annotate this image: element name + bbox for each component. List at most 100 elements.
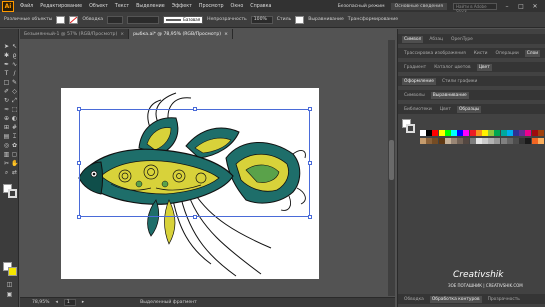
- default-stroke-box[interactable]: [8, 267, 17, 276]
- swatch[interactable]: [432, 130, 439, 136]
- paintbrush-icon[interactable]: ✎: [11, 79, 18, 86]
- swatch[interactable]: [457, 138, 464, 144]
- swatch[interactable]: [469, 130, 476, 136]
- artboard-number-field[interactable]: 1: [63, 299, 76, 306]
- style-swatch[interactable]: [295, 15, 305, 24]
- tab-symbols[interactable]: Символы: [402, 92, 427, 99]
- zoom-tool-icon[interactable]: ⌕: [3, 169, 10, 176]
- menu-file[interactable]: Файл: [20, 4, 33, 9]
- swatch[interactable]: [531, 130, 538, 136]
- swatch[interactable]: [451, 138, 457, 144]
- tab-graphic-styles[interactable]: Стили графики: [440, 78, 479, 85]
- close-icon[interactable]: ✕: [531, 3, 539, 10]
- maximize-icon[interactable]: □: [517, 3, 525, 10]
- handle-bottom-right[interactable]: [308, 215, 312, 219]
- menu-effect[interactable]: Эффект: [172, 4, 192, 9]
- type-tool-icon[interactable]: T: [3, 70, 10, 77]
- app-logo[interactable]: Ai: [2, 0, 14, 12]
- screen-mode-icon[interactable]: ▣: [6, 291, 13, 298]
- tab-brushes[interactable]: Кисти: [472, 50, 490, 57]
- tab-close-icon[interactable]: ×: [120, 32, 124, 37]
- tab-appearance[interactable]: Оформление: [402, 77, 436, 85]
- status-selection-label[interactable]: Выделенный фрагмент: [140, 300, 197, 305]
- swatch[interactable]: [438, 138, 445, 144]
- swatch[interactable]: [506, 130, 513, 136]
- swatch[interactable]: [463, 138, 470, 144]
- swatch[interactable]: [513, 130, 519, 136]
- eraser-icon[interactable]: ◇: [11, 88, 18, 95]
- swatch[interactable]: [519, 138, 526, 144]
- draw-mode-icon[interactable]: ◫: [6, 281, 13, 288]
- swatch[interactable]: [494, 130, 501, 136]
- handle-bottom-center[interactable]: [193, 215, 197, 219]
- tab-color-guide[interactable]: Каталог цветов: [432, 64, 472, 71]
- swatch[interactable]: [537, 130, 544, 136]
- tab-color[interactable]: Цвет: [476, 63, 492, 71]
- zoom-level[interactable]: 78,95%: [32, 300, 50, 305]
- rectangle-tool-icon[interactable]: □: [3, 79, 10, 86]
- magic-wand-icon[interactable]: ✱: [3, 52, 10, 59]
- variable-width-field[interactable]: [127, 15, 160, 24]
- tab-paragraph[interactable]: Абзац: [427, 36, 445, 43]
- swatch[interactable]: [438, 130, 445, 136]
- slice-icon[interactable]: ✂: [3, 160, 10, 167]
- free-transform-icon[interactable]: ⬚: [11, 106, 18, 113]
- swatch[interactable]: [513, 138, 519, 144]
- stroke-color-box[interactable]: [8, 189, 17, 198]
- swatch[interactable]: [537, 138, 544, 144]
- swatch[interactable]: [475, 138, 482, 144]
- swatch[interactable]: [482, 130, 488, 136]
- swatch[interactable]: [519, 130, 526, 136]
- next-artboard-icon[interactable]: ▸: [82, 300, 84, 305]
- tab-stroke[interactable]: Обводка: [402, 296, 426, 303]
- stroke-weight-field[interactable]: [107, 15, 124, 24]
- vertical-scroll-thumb[interactable]: [389, 140, 394, 180]
- curvature-icon[interactable]: ∿: [11, 61, 18, 68]
- eyedropper-icon[interactable]: ⌶: [11, 133, 18, 140]
- tab-swatches[interactable]: Образцы: [456, 105, 482, 113]
- fill-swatch[interactable]: [56, 15, 66, 24]
- swatch[interactable]: [525, 138, 532, 144]
- tab-close-icon[interactable]: ×: [224, 32, 228, 37]
- menu-view[interactable]: Просмотр: [199, 4, 224, 9]
- lasso-icon[interactable]: ϱ: [11, 52, 18, 59]
- swatch[interactable]: [463, 130, 470, 136]
- swatch[interactable]: [432, 138, 439, 144]
- direct-selection-tool-icon[interactable]: ↖: [11, 43, 18, 50]
- swatch[interactable]: [420, 138, 426, 144]
- pen-tool-icon[interactable]: ✒: [3, 61, 10, 68]
- artboard-tool-icon[interactable]: ▢: [11, 151, 18, 158]
- tab-pathfinder[interactable]: Обработка контуров: [429, 295, 482, 303]
- swatch[interactable]: [451, 130, 457, 136]
- perspective-grid-icon[interactable]: ⊞: [3, 124, 10, 131]
- selection-tool-icon[interactable]: ➤: [3, 43, 10, 50]
- menu-help[interactable]: Справка: [250, 4, 271, 9]
- opacity-label[interactable]: Непрозрачность: [207, 17, 247, 22]
- tab-character[interactable]: Символ: [402, 35, 424, 43]
- menu-window[interactable]: Окно: [231, 4, 244, 9]
- gradient-icon[interactable]: ▤: [3, 133, 10, 140]
- swatch[interactable]: [444, 130, 451, 136]
- handle-top-left[interactable]: [77, 107, 81, 111]
- handle-top-right[interactable]: [308, 107, 312, 111]
- swatch[interactable]: [444, 138, 451, 144]
- tab-actions[interactable]: Операции: [494, 50, 521, 57]
- brush-selector[interactable]: Базовая: [163, 15, 204, 24]
- handle-middle-right[interactable]: [308, 161, 312, 165]
- tab-layers[interactable]: Слои: [524, 49, 541, 57]
- stroke-indicator[interactable]: [406, 124, 415, 133]
- swatch[interactable]: [426, 138, 433, 144]
- swatch[interactable]: [426, 130, 433, 136]
- menu-object[interactable]: Объект: [89, 4, 108, 9]
- width-tool-icon[interactable]: ≈: [3, 106, 10, 113]
- rotate-icon[interactable]: ↻: [3, 97, 10, 104]
- swatch[interactable]: [482, 138, 488, 144]
- swatch[interactable]: [500, 138, 507, 144]
- swatch[interactable]: [488, 138, 495, 144]
- swatch[interactable]: [469, 138, 476, 144]
- toggle-icon[interactable]: ⇄: [11, 169, 18, 176]
- transform-label[interactable]: Трансформирование: [348, 17, 398, 22]
- menu-select[interactable]: Выделение: [136, 4, 165, 9]
- style-label[interactable]: Стиль: [277, 17, 292, 22]
- menu-type[interactable]: Текст: [115, 4, 129, 9]
